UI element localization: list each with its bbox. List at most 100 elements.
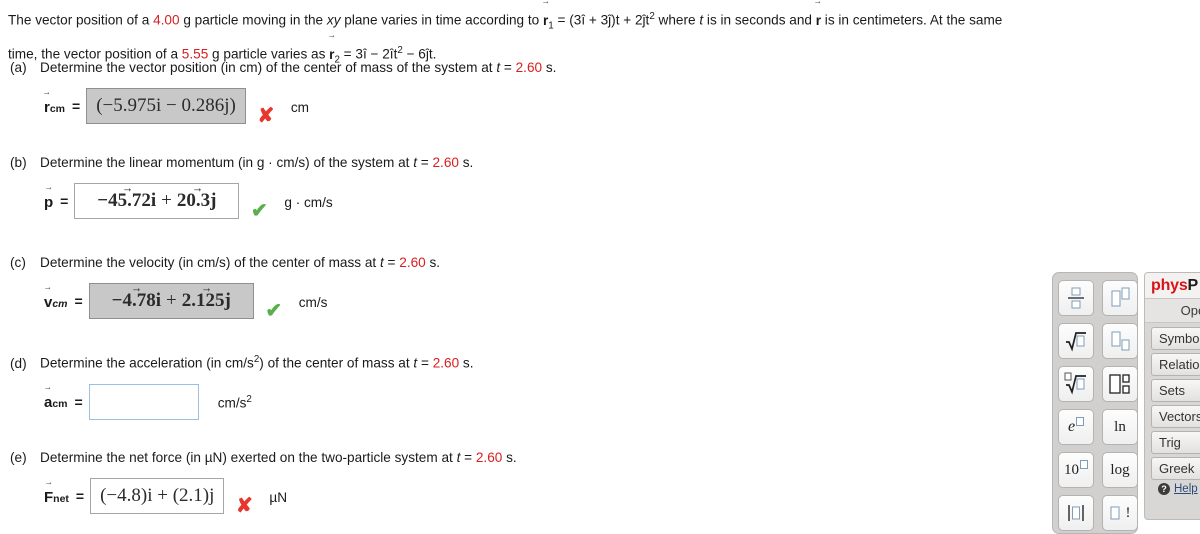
physpad-title-suffix: P (1187, 276, 1199, 294)
physpad-category-symbols[interactable]: Symbol (1151, 327, 1200, 350)
power-of-ten-key[interactable]: 10 (1058, 452, 1094, 488)
part-c-time-unit: s. (425, 255, 441, 270)
stem-text-1: The vector position of a (8, 12, 154, 28)
natural-log-key[interactable]: ln (1102, 409, 1138, 445)
part-a-question: (a) Determine the vector position (in cm)… (10, 58, 1010, 78)
square-root-key[interactable] (1058, 323, 1094, 359)
nth-root-key[interactable] (1058, 366, 1094, 402)
part-d-label: (d) (10, 355, 27, 371)
factorial-key[interactable]: ! (1102, 495, 1138, 531)
part-d-answer-row: acm = cm/s2 (44, 382, 1010, 422)
part-b: (b) Determine the linear momentum (in g ·… (10, 153, 1010, 222)
mass-1-value: 4.00 (153, 12, 180, 28)
part-d-lhs-subscript: cm (52, 398, 68, 411)
part-a-units: cm (290, 99, 309, 115)
physpad-category-vectors[interactable]: Vectors (1151, 405, 1200, 428)
part-a-lhs-subscript: cm (49, 102, 66, 115)
part-c-lhs-symbol: v (44, 294, 52, 311)
part-d-time-unit: s. (459, 355, 474, 371)
part-d-time-value: 2.60 (432, 355, 460, 371)
subscript-key[interactable] (1102, 323, 1138, 359)
part-b-eq: = (416, 155, 433, 170)
part-e-time-unit: s. (502, 450, 517, 465)
part-c-label: (c) (10, 255, 26, 270)
absolute-value-key[interactable] (1058, 495, 1094, 531)
physpad-help-link[interactable]: ? Help (1151, 483, 1200, 495)
physpad-category-relations-label: Relation (1159, 357, 1200, 372)
part-c: (c) Determine the velocity (in cm/s) of t… (10, 253, 1010, 322)
part-c-question-text: Determine the velocity (in cm/s) of the … (40, 255, 380, 270)
part-a-time-value: 2.60 (515, 60, 543, 75)
physpad-category-trig-label: Trig (1159, 435, 1181, 450)
plane-label: xy (326, 12, 341, 28)
part-e: (e) Determine the net force (in µN) exert… (10, 448, 1010, 517)
part-e-answer-input[interactable]: (−4.8)i + (2.1)j (90, 478, 225, 514)
physpad-operations-tab[interactable]: Operati (1145, 299, 1200, 323)
part-d-eq: = (417, 355, 433, 371)
part-b-lhs: p (44, 194, 53, 211)
question-mark-icon: ? (1158, 483, 1170, 495)
part-c-answer-row: vcm = −4.78i + 2.125j ✔ cm/s (44, 281, 1010, 322)
part-c-eq: = (383, 255, 400, 270)
physpad-category-trig[interactable]: Trig (1151, 431, 1200, 454)
part-a-incorrect-icon: ✘ (257, 104, 275, 127)
physpad-category-greek[interactable]: Greek (1151, 457, 1200, 480)
part-d-question-text-2: ) of the center of mass at (259, 355, 414, 371)
part-d-units-text: cm/s (217, 395, 247, 411)
physpad-title: phys P (1145, 273, 1200, 299)
part-a-answer-input[interactable]: (−5.975i − 0.286j) (86, 88, 246, 124)
physpad-help-label: Help (1174, 483, 1198, 495)
part-e-lhs-symbol: F (44, 489, 53, 506)
part-d-answer-input[interactable] (88, 383, 199, 420)
part-a-answer-value: (−5.975i − 0.286j) (96, 95, 236, 116)
vector-r1-expression: = (3î + 3ĵ)t + 2ĵt (553, 12, 650, 28)
log-key[interactable]: log (1102, 452, 1138, 488)
part-e-time-value: 2.60 (475, 450, 503, 465)
superscript-key[interactable] (1102, 280, 1138, 316)
part-d-question-text: Determine the acceleration (in cm/s (40, 355, 254, 371)
part-a-label: (a) (10, 60, 27, 75)
part-c-time-value: 2.60 (399, 255, 426, 270)
exponential-key[interactable]: e (1058, 409, 1094, 445)
physpad-category-greek-label: Greek (1159, 461, 1195, 476)
physpad-category-list: Symbol Relation Sets Vectors Trig Greek … (1145, 323, 1200, 495)
part-c-lhs: vcm (44, 294, 68, 311)
part-b-answer-term-1: −45.72i (97, 190, 156, 212)
part-e-units: µN (269, 489, 288, 505)
part-b-correct-icon: ✔ (250, 199, 268, 222)
part-b-equals: = (60, 193, 69, 209)
part-e-equals: = (75, 488, 85, 504)
part-b-answer-input[interactable]: −45.72i + 20.3j (74, 183, 240, 219)
sub-superscript-key[interactable] (1102, 366, 1138, 402)
part-e-question-text: Determine the net force (in µN) exerted … (40, 450, 457, 465)
part-d-lhs-symbol: a (44, 394, 52, 411)
part-b-question-text: Determine the linear momentum (in g · cm… (40, 155, 414, 170)
part-e-answer-value: (−4.8)i + (2.1)j (100, 485, 215, 506)
vector-r-symbol: r (816, 8, 821, 33)
part-a-question-text: Determine the vector position (in cm) of… (40, 60, 497, 75)
physpad-category-symbols-label: Symbol (1159, 331, 1200, 346)
stem-text-2: g particle moving in the (179, 12, 327, 28)
physpad-operations-label: Operati (1180, 303, 1200, 318)
part-c-answer-term-2: 2.125j (182, 290, 231, 312)
part-b-answer-row: p = −45.72i + 20.3j ✔ g · cm/s (44, 181, 1010, 222)
part-c-answer-operator: + (166, 290, 177, 311)
part-d-units: cm/s2 (218, 394, 252, 411)
physpad-category-sets[interactable]: Sets (1151, 379, 1200, 402)
part-b-lhs-symbol: p (44, 194, 53, 211)
physpad-category-vectors-label: Vectors (1159, 409, 1200, 424)
part-d-units-exponent: 2 (246, 394, 252, 406)
part-a-eq: = (500, 60, 516, 75)
part-b-time-value: 2.60 (432, 155, 459, 170)
vector-r1-symbol: r (543, 8, 548, 33)
stem-text-5: is in seconds and (703, 12, 816, 28)
part-e-label: (e) (10, 450, 27, 465)
fraction-key[interactable] (1058, 280, 1094, 316)
physpad-side-panel: physP Operati Symbol Relation Sets Vecto… (1144, 272, 1200, 520)
part-c-answer-input[interactable]: −4.78i + 2.125j (88, 283, 254, 319)
physpad-category-relations[interactable]: Relation (1151, 353, 1200, 376)
physpad-category-sets-label: Sets (1159, 383, 1186, 398)
part-d: (d) Determine the acceleration (in cm/s 2)… (10, 350, 1010, 422)
part-e-answer-row: Fnet = (−4.8)i + (2.1)j ✘ µN (44, 476, 1010, 517)
stem-text-4: where (654, 12, 700, 28)
